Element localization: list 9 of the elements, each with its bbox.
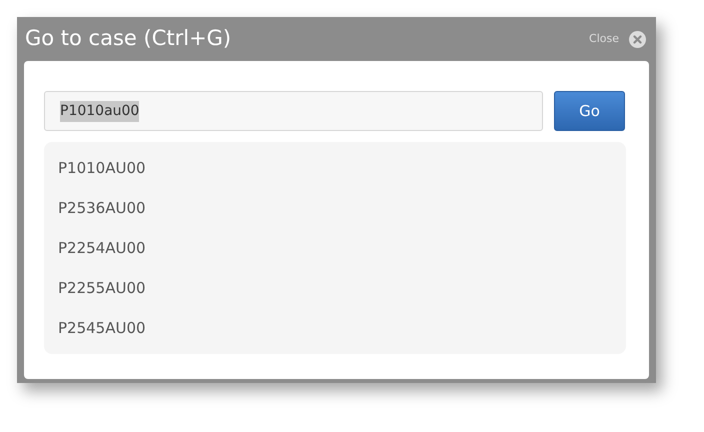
close-icon[interactable] [629, 30, 646, 48]
dialog-title: Go to case (Ctrl+G) [25, 25, 232, 52]
result-item[interactable]: P2254AU00 [58, 236, 146, 260]
result-item[interactable]: P2536AU00 [58, 196, 146, 220]
result-item[interactable]: P1010AU00 [58, 156, 146, 180]
result-item[interactable]: P2255AU00 [58, 276, 146, 300]
result-item[interactable]: P2545AU00 [58, 316, 146, 340]
go-button[interactable]: Go [554, 91, 625, 131]
search-field[interactable]: P1010au00 [44, 91, 543, 131]
